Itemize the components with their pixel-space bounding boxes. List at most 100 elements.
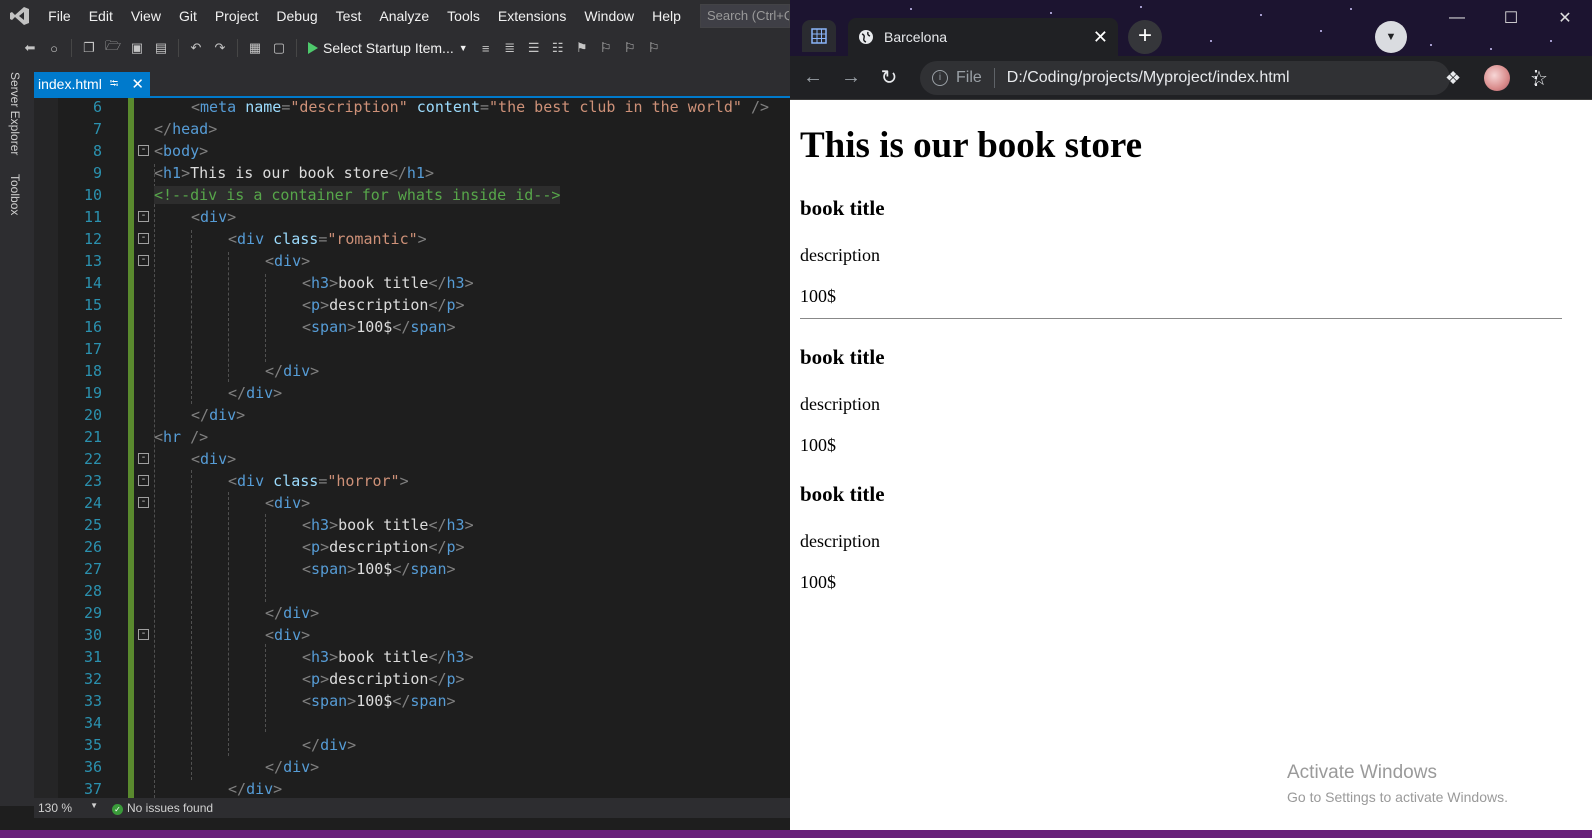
line-number: 16 — [83, 318, 102, 336]
chrome-window: Barcelona ✕ + ▼ — ☐ ✕ ← → ↻ i File D:/Co… — [790, 0, 1592, 830]
menu-analyze[interactable]: Analyze — [370, 0, 438, 32]
menu-window[interactable]: Window — [575, 0, 643, 32]
close-window-button[interactable]: ✕ — [1538, 0, 1592, 36]
code-string: "the best club in the world" — [489, 98, 742, 116]
collapse-icon[interactable]: - — [138, 211, 149, 222]
uncomment-icon[interactable]: ☷ — [548, 38, 568, 58]
menu-view[interactable]: View — [122, 0, 170, 32]
issues-indicator[interactable]: ✓ No issues found — [112, 801, 213, 815]
back-arrow-icon[interactable]: ⬅ — [20, 38, 40, 58]
tab-search-button[interactable]: ▼ — [1375, 21, 1407, 53]
page-heading: This is our book store — [800, 125, 1142, 166]
more-menu-icon[interactable]: ⋮ — [1526, 65, 1546, 91]
editor-status-bar: 130 % ▼ ✓ No issues found — [34, 798, 790, 818]
outdent-icon[interactable]: ≣ — [500, 38, 520, 58]
extensions-puzzle-icon[interactable]: ❖ — [1445, 68, 1467, 90]
undo-icon[interactable]: ↶ — [186, 38, 206, 58]
collapse-icon[interactable]: - — [138, 475, 149, 486]
back-button[interactable]: ← — [794, 59, 832, 97]
code-attr: class — [273, 472, 319, 490]
code-line: 27 <span>100$</span> — [34, 558, 790, 580]
chevron-down-icon: ▼ — [458, 43, 468, 53]
new-tab-button[interactable]: + — [1128, 20, 1162, 54]
line-number: 24 — [83, 494, 102, 512]
search-box[interactable]: Search (Ctrl+Q) — [699, 4, 790, 28]
menu-test[interactable]: Test — [327, 0, 371, 32]
server-explorer-tab[interactable]: Server Explorer — [8, 72, 22, 155]
toolbox-tab[interactable]: Toolbox — [8, 174, 22, 215]
menu-tools[interactable]: Tools — [438, 0, 489, 32]
reload-button[interactable]: ↻ — [870, 59, 908, 97]
new-project-icon[interactable]: ❐ — [79, 38, 99, 58]
minimize-button[interactable]: — — [1430, 0, 1484, 36]
code-comment: <!--div is a container for whats inside … — [154, 186, 561, 204]
maximize-button[interactable]: ☐ — [1484, 0, 1538, 36]
close-tab-icon[interactable]: ✕ — [1093, 27, 1108, 48]
menu-help[interactable]: Help — [643, 0, 690, 32]
theme-star — [1260, 14, 1262, 16]
menu-project[interactable]: Project — [206, 0, 268, 32]
code-text: book title — [338, 516, 429, 534]
menu-file[interactable]: File — [39, 0, 80, 32]
save-icon[interactable]: ▣ — [127, 38, 147, 58]
bookmark-icon[interactable]: ⚑ — [572, 38, 592, 58]
toolbar-separator — [296, 39, 297, 57]
toolbar-separator — [71, 39, 72, 57]
collapse-icon[interactable]: - — [138, 453, 149, 464]
forward-arrow-icon[interactable]: ○ — [44, 38, 64, 58]
open-folder-icon[interactable]: 🗁 — [103, 38, 123, 58]
code-line: 37 </div> — [34, 778, 790, 798]
close-icon[interactable]: ✕ — [131, 75, 144, 93]
collapse-icon[interactable]: - — [138, 145, 149, 156]
forward-arrow-icon: → — [841, 66, 861, 88]
pin-icon[interactable]: ⭾ — [110, 75, 118, 94]
line-number: 31 — [83, 648, 102, 666]
indent-icon[interactable]: ≡ — [476, 38, 496, 58]
menu-edit[interactable]: Edit — [80, 0, 122, 32]
visual-studio-logo-icon[interactable] — [0, 0, 39, 32]
tab-index-html[interactable]: index.html ⭾ ✕ — [34, 72, 150, 96]
menu-git[interactable]: Git — [170, 0, 206, 32]
maximize-icon: ☐ — [1503, 10, 1519, 27]
code-editor[interactable]: 6 <meta name="description" content="the b… — [34, 98, 790, 798]
code-text: This is our book store — [190, 164, 389, 182]
find-in-files-icon[interactable]: ▦ — [245, 38, 265, 58]
line-number: 32 — [83, 670, 102, 688]
comment-icon[interactable]: ☰ — [524, 38, 544, 58]
line-number: 11 — [83, 208, 102, 226]
code-line: 31 <h3>book title</h3> — [34, 646, 790, 668]
grid-icon — [811, 28, 827, 44]
start-debugging-button[interactable]: Select Startup Item... ▼ — [304, 40, 472, 56]
info-icon[interactable]: i — [932, 70, 948, 86]
theme-star — [1320, 30, 1322, 32]
toolbar: ⬅ ○ ❐ 🗁 ▣ ▤ ↶ ↷ ▦ ▢ Select Startup Item.… — [0, 32, 790, 64]
profile-avatar[interactable] — [1484, 65, 1510, 91]
collapse-icon[interactable]: - — [138, 629, 149, 640]
forward-button[interactable]: → — [832, 59, 870, 97]
line-number: 37 — [83, 780, 102, 798]
code-line: 6 <meta name="description" content="the b… — [34, 98, 790, 118]
collapse-icon[interactable]: - — [138, 233, 149, 244]
code-line: 7 </head> — [34, 118, 790, 140]
next-bookmark-icon[interactable]: ⚐ — [620, 38, 640, 58]
line-number: 12 — [83, 230, 102, 248]
tab-barcelona[interactable]: Barcelona ✕ — [848, 18, 1118, 56]
close-icon: ✕ — [1558, 10, 1572, 27]
code-text: 100$ — [356, 560, 393, 578]
address-bar[interactable]: i File D:/Coding/projects/Myproject/inde… — [920, 61, 1548, 95]
screenshot-icon[interactable]: ▢ — [269, 38, 289, 58]
play-icon — [308, 42, 318, 54]
zoom-dropdown[interactable]: 130 % ▼ — [38, 801, 98, 815]
menu-debug[interactable]: Debug — [267, 0, 326, 32]
collapse-icon[interactable]: - — [138, 255, 149, 266]
redo-icon[interactable]: ↷ — [210, 38, 230, 58]
menu-extensions[interactable]: Extensions — [489, 0, 575, 32]
collapse-icon[interactable]: - — [138, 497, 149, 508]
save-all-icon[interactable]: ▤ — [151, 38, 171, 58]
apps-grid-button[interactable] — [802, 20, 836, 52]
book-title: book title — [800, 196, 885, 220]
theme-star — [1550, 40, 1552, 42]
prev-bookmark-icon[interactable]: ⚐ — [596, 38, 616, 58]
clear-bookmarks-icon[interactable]: ⚐ — [644, 38, 664, 58]
theme-star — [1210, 40, 1212, 42]
